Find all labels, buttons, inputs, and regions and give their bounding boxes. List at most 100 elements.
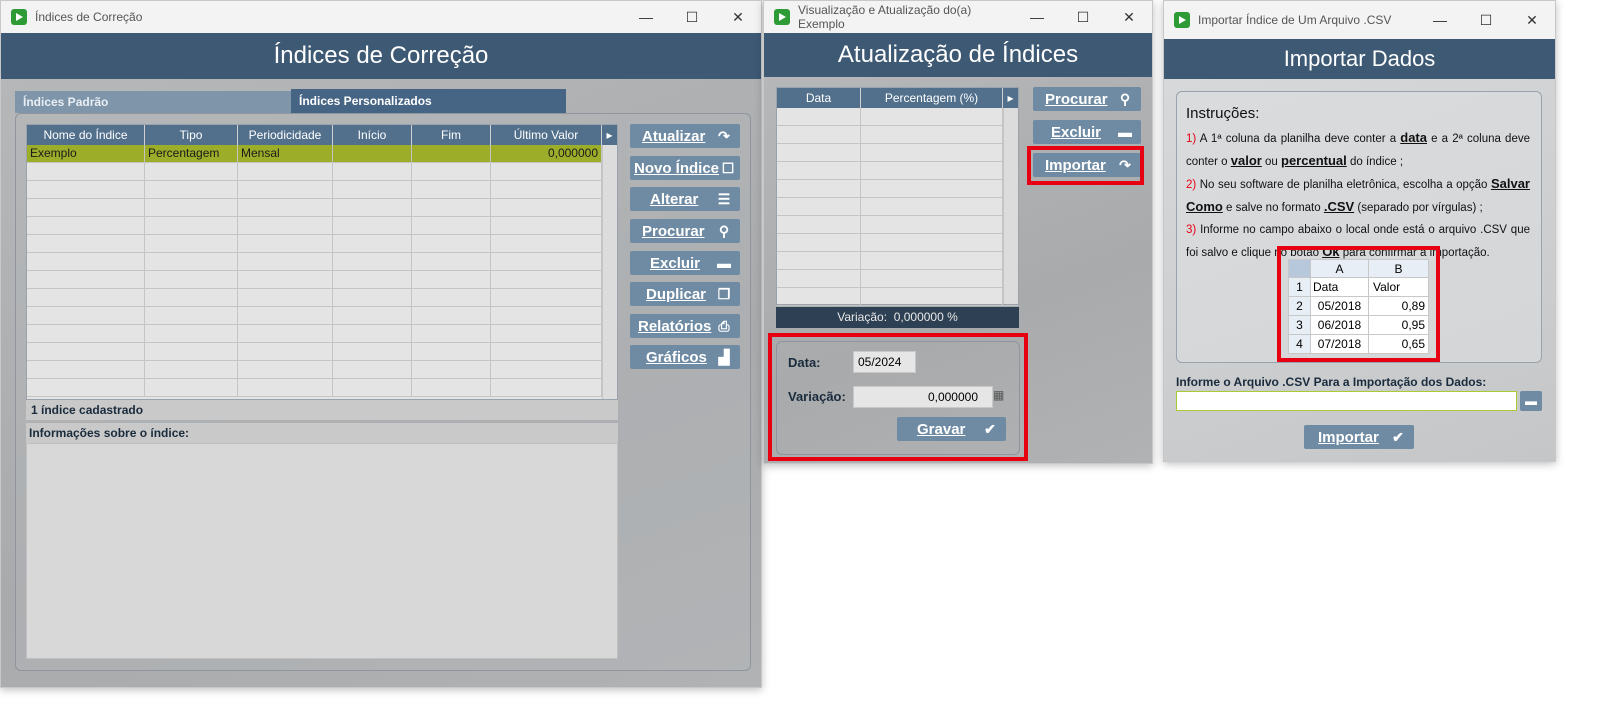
maximize-icon[interactable]: ☐ bbox=[669, 1, 715, 33]
table-row[interactable] bbox=[27, 199, 617, 217]
indices-correcao-window: Índices de Correção — ☐ ✕ Índices de Cor… bbox=[0, 0, 762, 688]
table-row[interactable] bbox=[777, 198, 1018, 216]
excluir-button[interactable]: Excluir ▬ bbox=[630, 251, 740, 275]
column-menu-icon[interactable]: ▸ bbox=[1003, 88, 1018, 108]
table-row[interactable] bbox=[27, 163, 617, 181]
table-row[interactable] bbox=[27, 289, 617, 307]
file-path-input[interactable] bbox=[1176, 391, 1517, 411]
excluir-button[interactable]: Excluir ▬ bbox=[1033, 120, 1141, 144]
table-row[interactable]: Exemplo Percentagem Mensal 0,000000 bbox=[27, 145, 617, 163]
col-inicio[interactable]: Início bbox=[333, 125, 412, 145]
table-row[interactable] bbox=[27, 307, 617, 325]
table-cell bbox=[27, 163, 145, 180]
table-row[interactable] bbox=[27, 181, 617, 199]
table-row[interactable] bbox=[777, 126, 1018, 144]
col-data[interactable]: Data bbox=[777, 88, 861, 108]
table-row[interactable] bbox=[27, 271, 617, 289]
title-bar[interactable]: Índices de Correção — ☐ ✕ bbox=[1, 1, 761, 33]
novo-indice-button[interactable]: Novo Índice ☐ bbox=[630, 156, 740, 180]
table-row[interactable] bbox=[777, 234, 1018, 252]
table-cell bbox=[861, 126, 1003, 143]
importar-csv-window: Importar Índice de Um Arquivo .CSV — ☐ ✕… bbox=[1163, 0, 1556, 462]
importar-label: Importar bbox=[1318, 428, 1379, 446]
window-title: Importar Índice de Um Arquivo .CSV bbox=[1198, 13, 1392, 27]
relatorios-button[interactable]: Relatórios ⎙ bbox=[630, 314, 740, 338]
close-icon[interactable]: ✕ bbox=[715, 1, 761, 33]
col-nome[interactable]: Nome do Índice bbox=[27, 125, 145, 145]
table-cell bbox=[861, 216, 1003, 233]
table-cell bbox=[777, 180, 861, 197]
tab-indices-padrao[interactable]: Índices Padrão bbox=[15, 91, 291, 113]
graficos-label: Gráficos bbox=[646, 348, 707, 366]
table-row[interactable] bbox=[777, 270, 1018, 288]
col-periodicidade[interactable]: Periodicidade bbox=[238, 125, 333, 145]
table-row[interactable] bbox=[777, 216, 1018, 234]
table-row[interactable] bbox=[27, 253, 617, 271]
table-row[interactable] bbox=[27, 343, 617, 361]
status-bar: 1 índice cadastrado bbox=[26, 400, 618, 420]
table-cell bbox=[238, 181, 333, 198]
atualizar-label: Atualizar bbox=[642, 127, 706, 145]
table-row[interactable] bbox=[777, 144, 1018, 162]
table-cell bbox=[238, 163, 333, 180]
table-cell bbox=[491, 361, 602, 378]
column-menu-icon[interactable]: ▸ bbox=[602, 125, 617, 145]
table-row[interactable] bbox=[777, 108, 1018, 126]
table-cell bbox=[145, 289, 238, 306]
alterar-label: Alterar bbox=[650, 190, 699, 208]
graficos-button[interactable]: Gráficos ▟ bbox=[630, 345, 740, 369]
table-cell bbox=[333, 361, 412, 378]
duplicar-button[interactable]: Duplicar ❐ bbox=[630, 282, 740, 306]
table-row[interactable] bbox=[777, 180, 1018, 198]
table-cell bbox=[145, 253, 238, 270]
table-cell bbox=[333, 289, 412, 306]
minimize-icon[interactable]: — bbox=[1417, 1, 1463, 39]
page-title: Índices de Correção bbox=[1, 33, 761, 79]
minimize-icon[interactable]: — bbox=[623, 1, 669, 33]
tab-indices-personalizados[interactable]: Índices Personalizados bbox=[291, 89, 566, 113]
table-row[interactable] bbox=[777, 162, 1018, 180]
table-cell bbox=[145, 343, 238, 360]
highlight-importar bbox=[1027, 146, 1144, 185]
vertical-scrollbar[interactable] bbox=[602, 145, 617, 399]
procurar-button[interactable]: Procurar ⚲ bbox=[1033, 87, 1141, 111]
table-row[interactable] bbox=[777, 288, 1018, 306]
importar-confirm-button[interactable]: Importar ✔ bbox=[1304, 425, 1414, 449]
col-percentagem[interactable]: Percentagem (%) bbox=[861, 88, 1003, 108]
cell-valor: 0,000000 bbox=[491, 145, 602, 162]
maximize-icon[interactable]: ☐ bbox=[1463, 1, 1509, 39]
table-row[interactable] bbox=[27, 235, 617, 253]
atualizar-button[interactable]: Atualizar ↷ bbox=[630, 124, 740, 148]
maximize-icon[interactable]: ☐ bbox=[1060, 1, 1106, 33]
table-cell bbox=[333, 379, 412, 396]
excluir-label: Excluir bbox=[1051, 123, 1102, 141]
close-icon[interactable]: ✕ bbox=[1509, 1, 1555, 39]
bar-chart-icon: ▟ bbox=[718, 349, 730, 365]
cell-tipo: Percentagem bbox=[145, 145, 238, 162]
cell-periodicidade: Mensal bbox=[238, 145, 333, 162]
procurar-button[interactable]: Procurar ⚲ bbox=[630, 219, 740, 243]
minimize-icon[interactable]: — bbox=[1014, 1, 1060, 33]
table-cell bbox=[333, 163, 412, 180]
table-row[interactable] bbox=[27, 217, 617, 235]
browse-folder-button[interactable]: ▬ bbox=[1520, 391, 1542, 411]
table-cell bbox=[412, 163, 491, 180]
highlight-form bbox=[768, 333, 1028, 461]
procurar-label: Procurar bbox=[642, 222, 705, 240]
table-header: Data Percentagem (%) ▸ bbox=[777, 88, 1018, 108]
alterar-button[interactable]: Alterar ☰ bbox=[630, 187, 740, 211]
col-fim[interactable]: Fim bbox=[412, 125, 491, 145]
title-bar[interactable]: Visualização e Atualização do(a) Exemplo… bbox=[764, 1, 1152, 33]
table-row[interactable] bbox=[27, 361, 617, 379]
vertical-scrollbar[interactable] bbox=[1003, 108, 1018, 304]
close-icon[interactable]: ✕ bbox=[1106, 1, 1152, 33]
table-row[interactable] bbox=[27, 325, 617, 343]
duplicar-label: Duplicar bbox=[646, 285, 707, 303]
table-row[interactable] bbox=[27, 379, 617, 397]
table-row[interactable] bbox=[777, 252, 1018, 270]
procurar-label: Procurar bbox=[1045, 90, 1108, 108]
col-tipo[interactable]: Tipo bbox=[145, 125, 238, 145]
col-ultimo-valor[interactable]: Último Valor bbox=[491, 125, 602, 145]
title-bar[interactable]: Importar Índice de Um Arquivo .CSV — ☐ ✕ bbox=[1164, 1, 1555, 39]
table-cell bbox=[145, 199, 238, 216]
